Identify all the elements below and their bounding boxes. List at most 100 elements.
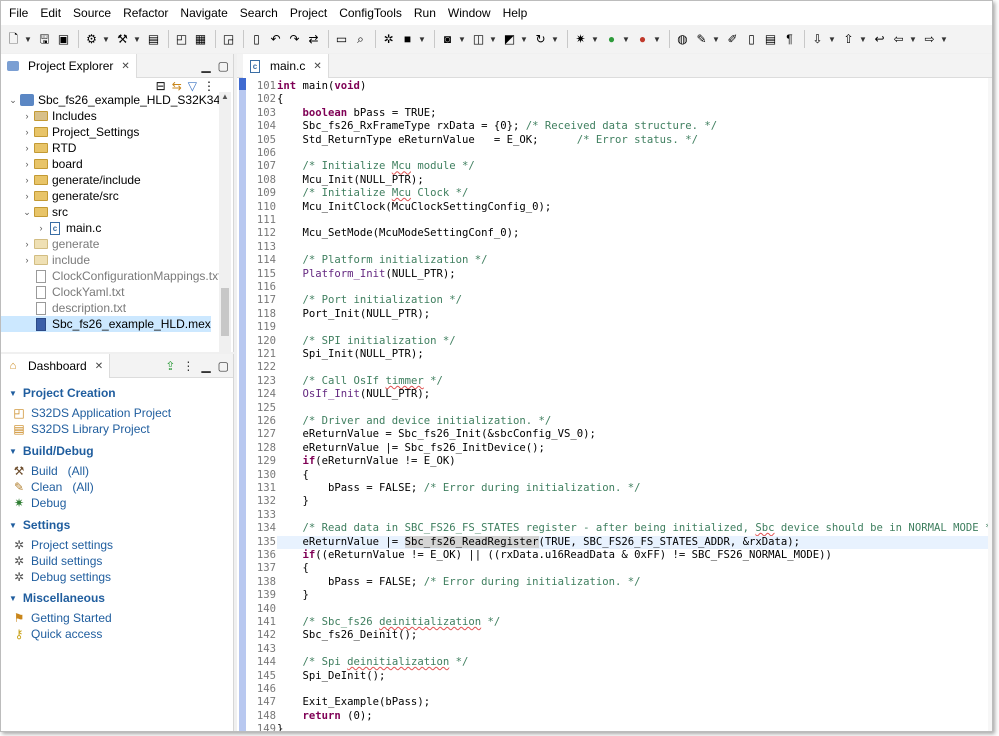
close-icon[interactable]: ✕ [95,361,103,372]
undo-icon[interactable]: ↶ [267,31,284,48]
project-explorer-tab[interactable]: Project Explorer ✕ [1,54,137,78]
tree-item[interactable]: › c main.c [1,220,102,236]
code-line[interactable] [277,643,992,656]
menu-window[interactable]: Window [442,1,497,25]
link-icon[interactable]: ⇄ [305,31,322,48]
code-line[interactable]: if((eReturnValue != E_OK) || ((rxData.u1… [277,549,992,562]
open-type-icon[interactable]: ◲ [220,31,237,48]
gear-icon[interactable]: ✲ [380,31,397,48]
menu-search[interactable]: Search [234,1,284,25]
chevron-right-icon[interactable]: › [21,111,33,121]
code-line[interactable]: /* Sbc_fs26 deinitialization */ [277,616,992,629]
tree-item[interactable]: ⌄ src [1,204,68,220]
chevron-down-icon[interactable]: ▼ [9,389,17,398]
chevron-right-icon[interactable]: › [21,159,33,169]
chevron-down-icon[interactable]: ▼ [591,35,599,44]
magic-wand-icon[interactable]: ✎ [693,31,710,48]
code-line[interactable]: Std_ReturnType eReturnValue = E_OK; /* E… [277,134,992,147]
dashboard-tab[interactable]: ⌂ Dashboard ✕ [1,354,111,378]
code-line[interactable]: /* Initialize Mcu module */ [277,160,992,173]
chevron-down-icon[interactable]: ▼ [622,35,630,44]
code-line[interactable]: Mcu_SetMode(McuModeSettingConf_0); [277,227,992,240]
code-line[interactable]: } [277,495,992,508]
chevron-down-icon[interactable]: ▼ [102,35,110,44]
code-line[interactable] [277,402,992,415]
chip-icon[interactable]: ■ [399,31,416,48]
code-line[interactable]: Spi_DeInit(); [277,670,992,683]
code-line[interactable]: return (0); [277,710,992,723]
chevron-down-icon[interactable]: ▼ [828,35,836,44]
dashboard-link[interactable]: ✲ Debug settings [11,569,111,585]
new-icon[interactable]: 🗋 [5,31,22,48]
code-line[interactable]: Exit_Example(bPass); [277,696,992,709]
code-line[interactable] [277,241,992,254]
code-line[interactable]: } [277,723,992,731]
dashboard-section-header[interactable]: ▼ Settings [9,518,70,532]
build-hammer-icon[interactable]: ⚒ [114,31,131,48]
code-line[interactable]: { [277,562,992,575]
chevron-right-icon[interactable]: › [21,175,33,185]
package-icon[interactable]: ◫ [470,31,487,48]
chevron-right-icon[interactable]: › [21,127,33,137]
search-icon[interactable]: ⌕ [352,31,369,48]
chevron-down-icon[interactable]: ▼ [712,35,720,44]
chevron-down-icon[interactable]: ▼ [9,521,17,530]
external-tools-icon[interactable]: ● [634,31,651,48]
code-line[interactable]: Mcu_InitClock(McuClockSettingConfig_0); [277,201,992,214]
dashboard-section-header[interactable]: ▼ Miscellaneous [9,591,105,605]
tree-item[interactable]: › Includes [1,108,97,124]
chevron-down-icon[interactable]: ▼ [133,35,141,44]
chevron-down-icon[interactable]: ▼ [458,35,466,44]
menu-configtools[interactable]: ConfigTools [333,1,408,25]
minimize-icon[interactable]: ▁ [201,360,210,372]
chevron-down-icon[interactable]: ▼ [9,447,17,456]
last-edit-icon[interactable]: ↩ [871,31,888,48]
tree-item[interactable]: ClockYaml.txt [1,284,124,300]
explorer-scrollbar[interactable]: ▲ ▼ [219,92,231,390]
fold-marker[interactable] [239,78,246,90]
chevron-down-icon[interactable]: ▼ [909,35,917,44]
block-select-icon[interactable]: ▤ [762,31,779,48]
code-line[interactable]: /* SPI initialization */ [277,335,992,348]
menu-navigate[interactable]: Navigate [174,1,233,25]
code-line[interactable]: if(eReturnValue != E_OK) [277,455,992,468]
chevron-down-icon[interactable]: ▼ [940,35,948,44]
dashboard-link[interactable]: ✲ Project settings [11,537,113,553]
tree-item[interactable]: › Project_Settings [1,124,140,140]
tree-item[interactable]: Sbc_fs26_example_HLD.mex [1,316,211,332]
code-line[interactable]: /* Initialize Mcu Clock */ [277,187,992,200]
code-line[interactable]: /* Platform initialization */ [277,254,992,267]
tree-item[interactable]: › include [1,252,91,268]
tree-item[interactable]: › generate [1,236,100,252]
code-line[interactable]: eReturnValue |= Sbc_fs26_InitDevice(); [277,442,992,455]
scrollbar-thumb[interactable] [221,288,229,336]
document-icon[interactable]: ▯ [248,31,265,48]
tree-item[interactable]: › generate/include [1,172,141,188]
code-line[interactable] [277,321,992,334]
dashboard-section-header[interactable]: ▼ Project Creation [9,386,116,400]
chevron-down-icon[interactable]: ▼ [9,594,17,603]
code-line[interactable] [277,214,992,227]
chevron-down-icon[interactable]: ▼ [24,35,32,44]
code-line[interactable] [277,509,992,522]
code-line[interactable]: /* Port initialization */ [277,294,992,307]
chevron-right-icon[interactable]: › [35,223,47,233]
dashboard-section-header[interactable]: ▼ Build/Debug [9,444,94,458]
code-line[interactable]: Spi_Init(NULL_PTR); [277,348,992,361]
view-menu-icon[interactable]: ⋮ [203,79,215,93]
dashboard-link[interactable]: ◰ S32DS Application Project [11,405,171,421]
chevron-down-icon[interactable]: ⌄ [21,207,33,218]
chevron-down-icon[interactable]: ▼ [551,35,559,44]
new-project-icon[interactable]: ◰ [173,31,190,48]
config-icon[interactable]: ◩ [501,31,518,48]
code-line[interactable] [277,683,992,696]
menu-refactor[interactable]: Refactor [117,1,174,25]
back-icon[interactable]: ⇦ [890,31,907,48]
view-menu-icon[interactable]: ⋮ [182,360,194,372]
chevron-down-icon[interactable]: ▼ [418,35,426,44]
chevron-right-icon[interactable]: › [21,143,33,153]
minimize-icon[interactable]: ▁ [201,60,210,72]
chevron-down-icon[interactable]: ▼ [520,35,528,44]
code-line[interactable]: Sbc_fs26_Deinit(); [277,629,992,642]
toggle-mark-icon[interactable]: ▯ [743,31,760,48]
